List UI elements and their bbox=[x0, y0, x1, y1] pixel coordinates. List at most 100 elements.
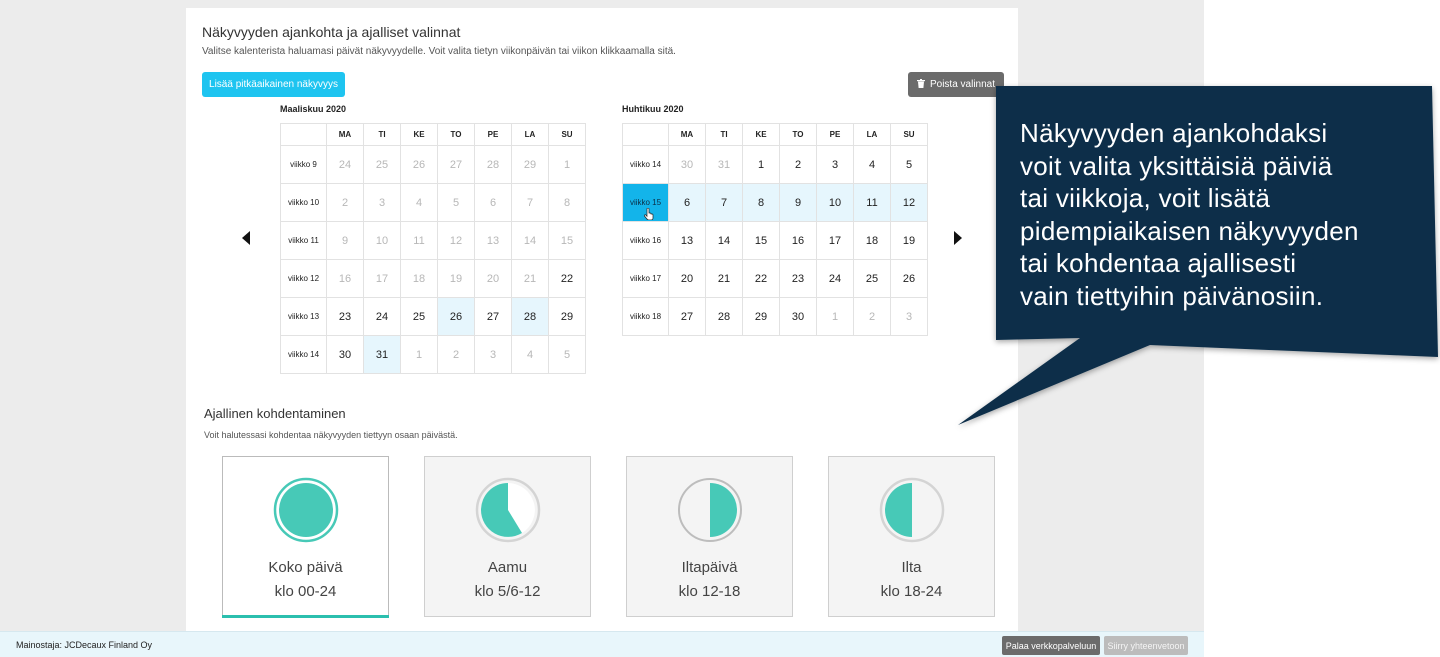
calendar-day: 26 bbox=[400, 145, 438, 184]
calendar-day: 4 bbox=[511, 335, 549, 374]
week-label[interactable]: viikko 17 bbox=[622, 259, 669, 298]
calendar-day[interactable]: 22 bbox=[742, 259, 780, 298]
calendar-day: 20 bbox=[474, 259, 512, 298]
weekday-header[interactable]: TI bbox=[363, 123, 401, 146]
calendar-day[interactable]: 23 bbox=[779, 259, 817, 298]
weekday-header[interactable]: LA bbox=[853, 123, 891, 146]
calendar-day: 19 bbox=[437, 259, 475, 298]
add-long-term-button[interactable]: Lisää pitkäaikainen näkyvyys bbox=[202, 72, 345, 97]
calendar-day[interactable]: 5 bbox=[890, 145, 928, 184]
time-option-afternoon[interactable]: Iltapäivä klo 12-18 bbox=[626, 456, 793, 617]
weekday-header[interactable]: SU bbox=[890, 123, 928, 146]
calendar-day: 7 bbox=[511, 183, 549, 222]
calendar-day[interactable]: 29 bbox=[548, 297, 586, 336]
weekday-header[interactable]: LA bbox=[511, 123, 549, 146]
week-label[interactable]: viikko 9 bbox=[280, 145, 327, 184]
weekday-header[interactable]: MA bbox=[668, 123, 706, 146]
weekday-header[interactable]: TI bbox=[705, 123, 743, 146]
calendar-day[interactable]: 13 bbox=[668, 221, 706, 260]
calendar-day[interactable]: 20 bbox=[668, 259, 706, 298]
calendar-march: MA TI KE TO PE LA SU viikko 9 24 25 26 2… bbox=[280, 123, 586, 374]
calendar-day-selected[interactable]: 10 bbox=[816, 183, 854, 222]
week-label[interactable]: viikko 18 bbox=[622, 297, 669, 336]
callout-line: tai viikkoja, voit lisätä bbox=[1020, 183, 1271, 213]
back-to-service-button[interactable]: Palaa verkkopalveluun bbox=[1002, 636, 1100, 655]
calendar-day[interactable]: 27 bbox=[474, 297, 512, 336]
week-label[interactable]: viikko 13 bbox=[280, 297, 327, 336]
calendar-day: 24 bbox=[326, 145, 364, 184]
calendar-day[interactable]: 4 bbox=[853, 145, 891, 184]
clear-selections-button[interactable]: Poista valinnat bbox=[908, 72, 1004, 97]
week-label-text: viikko 15 bbox=[629, 198, 662, 207]
calendar-day[interactable]: 25 bbox=[400, 297, 438, 336]
weekday-header[interactable]: KE bbox=[742, 123, 780, 146]
calendar-day[interactable]: 18 bbox=[853, 221, 891, 260]
week-header bbox=[622, 123, 669, 146]
week-header bbox=[280, 123, 327, 146]
calendar-day[interactable]: 30 bbox=[326, 335, 364, 374]
calendar-day: 16 bbox=[326, 259, 364, 298]
calendar-day-selected[interactable]: 28 bbox=[511, 297, 549, 336]
weekday-header[interactable]: TO bbox=[437, 123, 475, 146]
calendar-day: 3 bbox=[474, 335, 512, 374]
calendar-day[interactable]: 30 bbox=[779, 297, 817, 336]
trash-icon bbox=[916, 78, 925, 91]
calendar-day[interactable]: 21 bbox=[705, 259, 743, 298]
calendar-day[interactable]: 27 bbox=[668, 297, 706, 336]
calendar-day: 2 bbox=[437, 335, 475, 374]
callout-text: Näkyvyyden ajankohdaksi voit valita yksi… bbox=[1020, 117, 1420, 312]
calendar-day[interactable]: 1 bbox=[742, 145, 780, 184]
time-option-evening[interactable]: Ilta klo 18-24 bbox=[828, 456, 995, 617]
calendar-day-selected[interactable]: 11 bbox=[853, 183, 891, 222]
week-label[interactable]: viikko 11 bbox=[280, 221, 327, 260]
calendar-day[interactable]: 22 bbox=[548, 259, 586, 298]
time-option-label: Koko päivä bbox=[268, 559, 343, 576]
calendar-day[interactable]: 29 bbox=[742, 297, 780, 336]
weekday-header[interactable]: PE bbox=[474, 123, 512, 146]
calendar-day[interactable]: 17 bbox=[816, 221, 854, 260]
calendar-day[interactable]: 14 bbox=[705, 221, 743, 260]
calendar-day-selected[interactable]: 26 bbox=[437, 297, 475, 336]
weekday-header[interactable]: KE bbox=[400, 123, 438, 146]
calendar-day[interactable]: 25 bbox=[853, 259, 891, 298]
calendar-day[interactable]: 28 bbox=[705, 297, 743, 336]
calendar-day[interactable]: 24 bbox=[363, 297, 401, 336]
calendar-day-selected[interactable]: 6 bbox=[668, 183, 706, 222]
calendar-day[interactable]: 2 bbox=[779, 145, 817, 184]
calendar-day[interactable]: 16 bbox=[779, 221, 817, 260]
weekday-header[interactable]: PE bbox=[816, 123, 854, 146]
weekday-header[interactable]: MA bbox=[326, 123, 364, 146]
calendar-day-selected[interactable]: 7 bbox=[705, 183, 743, 222]
week-label[interactable]: viikko 16 bbox=[622, 221, 669, 260]
week-label[interactable]: viikko 10 bbox=[280, 183, 327, 222]
calendar-day-selected[interactable]: 31 bbox=[363, 335, 401, 374]
calendar-day-selected[interactable]: 9 bbox=[779, 183, 817, 222]
week-label[interactable]: viikko 14 bbox=[280, 335, 327, 374]
calendar-day: 14 bbox=[511, 221, 549, 260]
calendar-title-march: Maaliskuu 2020 bbox=[280, 104, 347, 114]
time-option-full-day[interactable]: Koko päivä klo 00-24 bbox=[222, 456, 389, 618]
calendar-day: 2 bbox=[326, 183, 364, 222]
calendar-day[interactable]: 23 bbox=[326, 297, 364, 336]
callout-line: pidempiaikaisen näkyvyyden bbox=[1020, 215, 1359, 246]
week-label-hovered[interactable]: viikko 15 bbox=[622, 183, 669, 222]
calendar-day[interactable]: 19 bbox=[890, 221, 928, 260]
caret-right-icon[interactable] bbox=[954, 231, 962, 248]
calendar-day[interactable]: 15 bbox=[742, 221, 780, 260]
caret-left-icon[interactable] bbox=[242, 231, 250, 248]
go-to-summary-button[interactable]: Siirry yhteenvetoon bbox=[1104, 636, 1188, 655]
calendar-day-selected[interactable]: 8 bbox=[742, 183, 780, 222]
time-option-morning[interactable]: Aamu klo 5/6-12 bbox=[424, 456, 591, 617]
calendar-day[interactable]: 26 bbox=[890, 259, 928, 298]
calendar-day: 5 bbox=[437, 183, 475, 222]
calendar-day[interactable]: 3 bbox=[816, 145, 854, 184]
weekday-header[interactable]: SU bbox=[548, 123, 586, 146]
calendar-day-selected[interactable]: 12 bbox=[890, 183, 928, 222]
calendar-april: MA TI KE TO PE LA SU viikko 14 30 31 1 2… bbox=[622, 123, 928, 336]
calendar-day[interactable]: 24 bbox=[816, 259, 854, 298]
calendar-day: 6 bbox=[474, 183, 512, 222]
calendar-day: 15 bbox=[548, 221, 586, 260]
week-label[interactable]: viikko 12 bbox=[280, 259, 327, 298]
week-label[interactable]: viikko 14 bbox=[622, 145, 669, 184]
weekday-header[interactable]: TO bbox=[779, 123, 817, 146]
